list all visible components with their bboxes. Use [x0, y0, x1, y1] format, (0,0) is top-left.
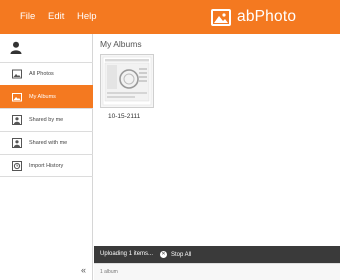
user-area[interactable]	[0, 34, 93, 62]
sidebar-item-shared-with-me[interactable]: Shared with me	[0, 131, 93, 154]
shared-by-me-icon	[12, 115, 22, 125]
photo-logo-icon	[211, 8, 231, 26]
album-icon	[12, 93, 22, 102]
app-logo: abPhoto	[211, 7, 296, 27]
sidebar-item-label: Shared by me	[29, 117, 64, 123]
collapse-sidebar-button[interactable]: «	[81, 265, 86, 275]
footer-bar: 1 album	[94, 263, 340, 280]
stop-all-button[interactable]: ✕ Stop All	[160, 246, 191, 263]
upload-status-text: Uploading 1 items...	[100, 251, 154, 257]
user-icon	[10, 41, 22, 54]
sidebar-item-label: My Albums	[29, 94, 56, 100]
album-label: 10-15-2111	[108, 113, 141, 120]
title-bar: File Edit Help abPhoto	[0, 0, 340, 34]
sidebar-nav: All Photos My Albums Shared by me Shared…	[0, 62, 93, 177]
sidebar-item-label: Shared with me	[29, 140, 68, 146]
album-cover-image	[102, 56, 152, 106]
app-name: abPhoto	[237, 8, 297, 25]
sidebar: All Photos My Albums Shared by me Shared…	[0, 34, 93, 280]
page-title: My Albums	[100, 39, 142, 49]
main-content: My Albums 10-15-2111	[94, 34, 340, 246]
album-card[interactable]: 10-15-2111	[100, 54, 155, 129]
photo-icon	[12, 69, 22, 79]
history-icon	[12, 161, 22, 171]
stop-icon: ✕	[160, 251, 167, 258]
sidebar-item-import-history[interactable]: Import History	[0, 154, 93, 177]
stop-all-label: Stop All	[171, 251, 192, 258]
shared-with-me-icon	[12, 138, 22, 148]
sidebar-item-all-photos[interactable]: All Photos	[0, 62, 93, 85]
sidebar-item-label: Import History	[29, 163, 64, 169]
album-thumbnail[interactable]	[100, 54, 154, 108]
sidebar-item-shared-by-me[interactable]: Shared by me	[0, 108, 93, 131]
menu-help[interactable]: Help	[77, 0, 97, 34]
menu-edit[interactable]: Edit	[48, 0, 64, 34]
menu-file[interactable]: File	[20, 0, 35, 34]
upload-status-bar: Uploading 1 items... ✕ Stop All	[94, 246, 340, 263]
sidebar-item-my-albums[interactable]: My Albums	[0, 85, 93, 108]
sidebar-item-label: All Photos	[29, 71, 54, 77]
album-count: 1 album	[100, 269, 118, 275]
